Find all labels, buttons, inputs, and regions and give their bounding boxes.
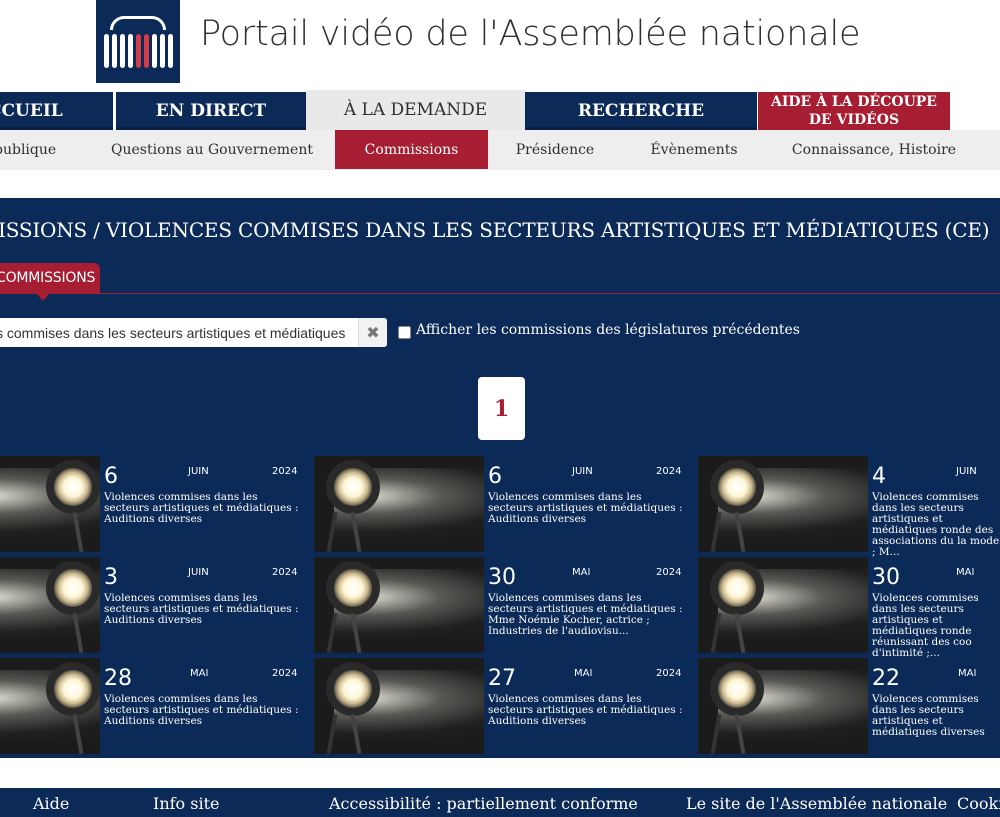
breadcrumb: ISSIONS / VIOLENCES COMMISES DANS LES SE… xyxy=(0,218,990,242)
card-year: 2024 xyxy=(656,567,682,578)
footer-link-info-site[interactable]: Info site xyxy=(153,794,220,813)
assemblee-logo[interactable] xyxy=(96,0,180,83)
video-thumbnail[interactable] xyxy=(314,557,484,653)
card-month: MAI xyxy=(190,668,209,679)
pagination-page-1[interactable]: 1 xyxy=(478,377,525,440)
nav-accueil-label: CCUEIL xyxy=(0,101,63,121)
subnav-questions-label: Questions au Gouvernement xyxy=(111,142,313,158)
subnav-evenements[interactable]: Évènements xyxy=(636,130,752,170)
card-month: JUIN xyxy=(956,466,977,477)
footer-link-site-assemblee[interactable]: Le site de l'Assemblée nationale xyxy=(686,794,947,813)
footer: Aide Info site Accessibilité : partielle… xyxy=(0,788,1000,817)
subnav-seance-publique-label: publique xyxy=(0,142,57,158)
nav-en-direct-label: EN DIRECT xyxy=(155,101,267,121)
card-day: 4 xyxy=(872,464,886,489)
logo-stripes xyxy=(102,34,174,68)
video-thumbnail[interactable] xyxy=(0,456,100,552)
card-year: 2024 xyxy=(656,668,682,679)
video-thumbnail[interactable] xyxy=(698,557,868,653)
sub-navigation: publique Questions au Gouvernement Commi… xyxy=(0,130,1000,170)
card-day: 3 xyxy=(104,565,118,590)
card-month: JUIN xyxy=(572,466,593,477)
nav-aide-decoupe[interactable]: AIDE À LA DÉCOUPE DE VIDÉOS xyxy=(758,92,950,130)
card-day: 22 xyxy=(872,666,900,691)
card-description[interactable]: Violences commises dans les secteurs art… xyxy=(488,593,684,637)
video-card[interactable]: 30 MAI 2024 Violences commises dans les … xyxy=(314,557,694,653)
card-day: 6 xyxy=(104,464,118,489)
card-year: 2024 xyxy=(272,567,298,578)
card-year: 2024 xyxy=(656,466,682,477)
video-card[interactable]: 30 MAI Violences commises dans les secte… xyxy=(698,557,1000,659)
tab-commissions-label: COMMISSIONS xyxy=(0,270,96,286)
card-year: 2024 xyxy=(272,668,298,679)
card-description[interactable]: Violences commises dans les secteurs art… xyxy=(872,593,1000,659)
video-thumbnail[interactable] xyxy=(314,658,484,754)
tab-commissions[interactable]: COMMISSIONS xyxy=(0,263,100,301)
footer-link-accessibilite[interactable]: Accessibilité : partiellement conforme xyxy=(329,794,638,813)
subnav-seance-publique[interactable]: publique xyxy=(0,130,60,170)
tab-divider xyxy=(0,293,1000,294)
subnav-commissions[interactable]: Commissions xyxy=(335,130,488,169)
video-thumbnail[interactable] xyxy=(698,658,868,754)
nav-recherche-label: RECHERCHE xyxy=(577,101,705,121)
card-month: MAI xyxy=(956,567,975,578)
subnav-connaissance-label: Connaissance, Histoire xyxy=(791,142,957,158)
subnav-presidence-label: Présidence xyxy=(515,142,595,158)
card-day: 27 xyxy=(488,666,516,691)
video-card[interactable]: 22 MAI Violences commises dans les secte… xyxy=(698,658,1000,754)
card-description[interactable]: Violences commises dans les secteurs art… xyxy=(872,492,1000,558)
video-thumbnail[interactable] xyxy=(314,456,484,552)
previous-legislatures-checkbox[interactable] xyxy=(398,326,411,339)
card-description[interactable]: Violences commises dans les secteurs art… xyxy=(488,492,684,525)
card-description[interactable]: Violences commises dans les secteurs art… xyxy=(104,694,300,727)
card-description[interactable]: Violences commises dans les secteurs art… xyxy=(872,694,1000,738)
card-day: 30 xyxy=(872,565,900,590)
tab-arrow-icon xyxy=(36,293,50,301)
subnav-commissions-label: Commissions xyxy=(364,141,459,158)
subnav-questions-gouvernement[interactable]: Questions au Gouvernement xyxy=(102,130,322,170)
nav-a-la-demande-label: À LA DEMANDE xyxy=(343,100,488,120)
footer-link-aide[interactable]: Aide xyxy=(33,794,69,813)
video-thumbnail[interactable] xyxy=(698,456,868,552)
subnav-connaissance-histoire[interactable]: Connaissance, Histoire xyxy=(784,130,964,170)
video-card[interactable]: 27 MAI 2024 Violences commises dans les … xyxy=(314,658,694,754)
nav-a-la-demande[interactable]: À LA DEMANDE xyxy=(306,90,525,130)
nav-aide-decoupe-line2: DE VIDÉOS xyxy=(808,112,900,128)
nav-en-direct[interactable]: EN DIRECT xyxy=(116,92,306,130)
portal-title: Portail vidéo de l'Assemblée nationale xyxy=(200,14,861,54)
nav-accueil[interactable]: CCUEIL xyxy=(0,92,113,130)
card-year: 2024 xyxy=(272,466,298,477)
subnav-evenements-label: Évènements xyxy=(650,142,738,158)
video-card[interactable]: 4 JUIN Violences commises dans les secte… xyxy=(698,456,1000,558)
card-description[interactable]: Violences commises dans les secteurs art… xyxy=(104,593,300,626)
commission-search-input[interactable] xyxy=(0,318,354,347)
logo-arch-shape xyxy=(110,16,166,30)
card-day: 6 xyxy=(488,464,502,489)
video-thumbnail[interactable] xyxy=(0,557,100,653)
previous-legislatures-label: Afficher les commissions des législature… xyxy=(416,322,800,338)
card-month: MAI xyxy=(574,668,593,679)
card-month: JUIN xyxy=(188,466,209,477)
commission-search-box: ✖ xyxy=(0,318,387,347)
card-month: JUIN xyxy=(188,567,209,578)
clear-icon[interactable]: ✖ xyxy=(358,318,387,347)
card-day: 30 xyxy=(488,565,516,590)
nav-aide-decoupe-line1: AIDE À LA DÉCOUPE xyxy=(771,94,937,110)
video-thumbnail[interactable] xyxy=(0,658,100,754)
footer-link-cookies[interactable]: Cookie xyxy=(957,794,1000,813)
subnav-presidence[interactable]: Présidence xyxy=(500,130,610,170)
card-month: MAI xyxy=(572,567,591,578)
card-description[interactable]: Violences commises dans les secteurs art… xyxy=(488,694,684,727)
main-navigation: CCUEIL EN DIRECT À LA DEMANDE RECHERCHE … xyxy=(0,90,1000,130)
nav-recherche[interactable]: RECHERCHE xyxy=(525,92,757,130)
card-description[interactable]: Violences commises dans les secteurs art… xyxy=(104,492,300,525)
video-card[interactable]: 6 JUIN 2024 Violences commises dans les … xyxy=(314,456,694,552)
card-month: MAI xyxy=(958,668,977,679)
card-day: 28 xyxy=(104,666,132,691)
